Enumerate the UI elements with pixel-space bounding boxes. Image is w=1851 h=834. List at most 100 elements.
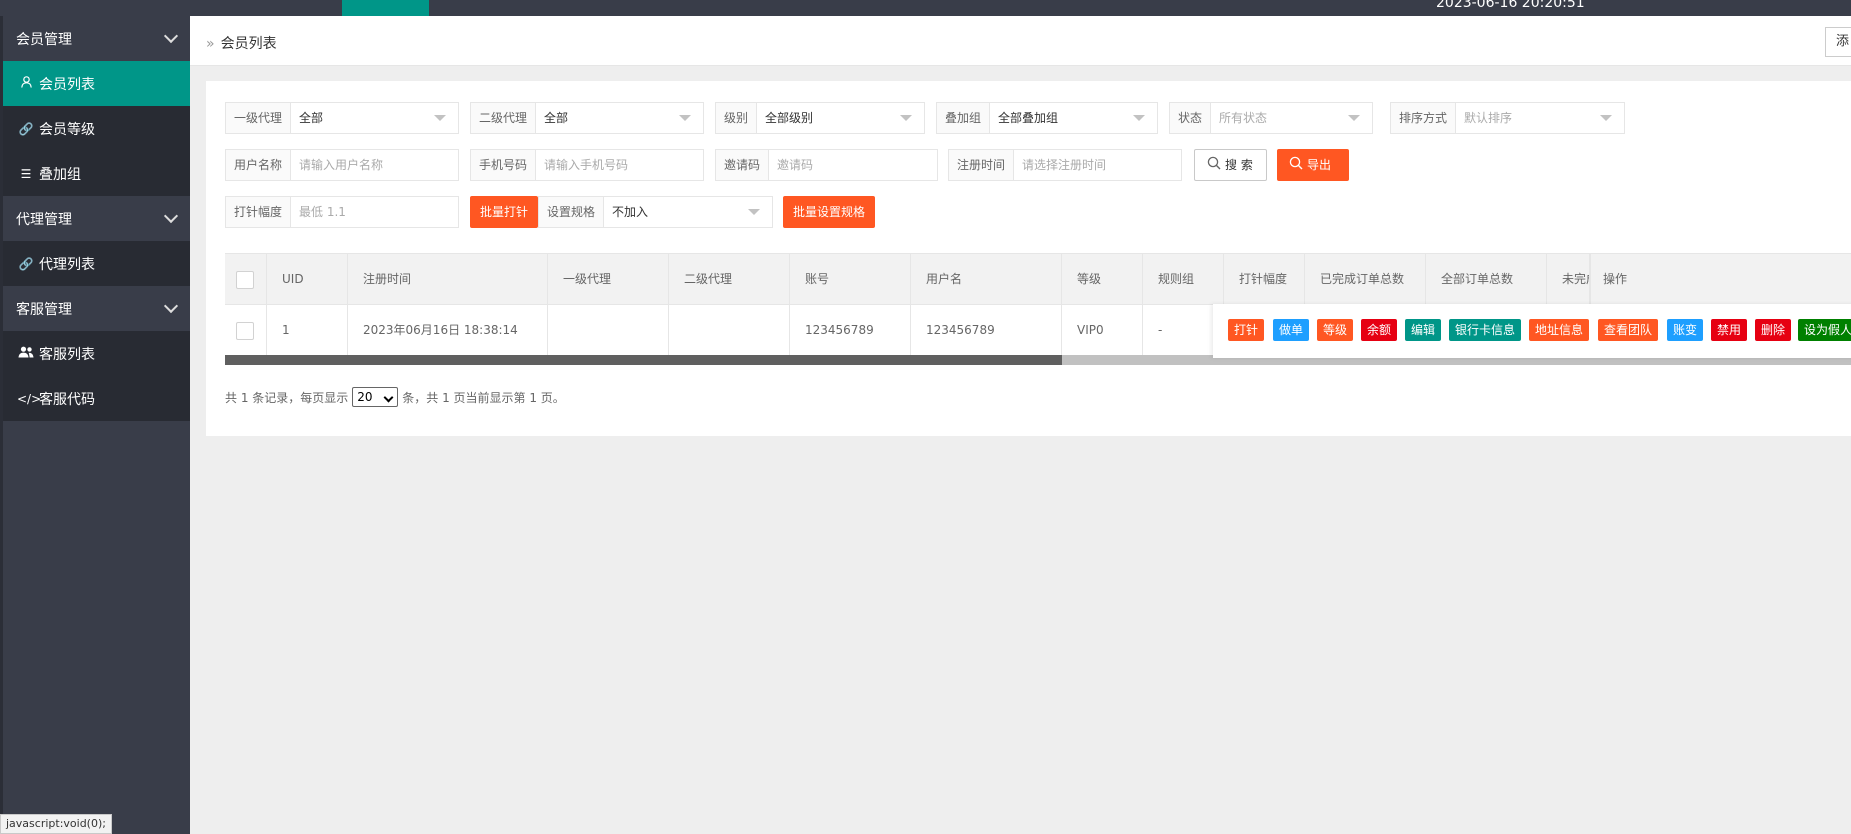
- pin-range-label: 打针幅度: [226, 197, 292, 227]
- users-icon: [17, 346, 35, 361]
- level-select[interactable]: 级别 全部级别: [715, 102, 925, 134]
- action-bank-card-button[interactable]: 银行卡信息: [1449, 319, 1522, 341]
- agent2-label: 二级代理: [471, 103, 537, 133]
- col-pin-range[interactable]: 打针幅度: [1224, 254, 1305, 304]
- stack-group-select[interactable]: 叠加组 全部叠加组: [936, 102, 1158, 134]
- status-label: 状态: [1170, 103, 1212, 133]
- agent1-value: 全部: [299, 111, 324, 125]
- action-delete-button[interactable]: 删除: [1755, 319, 1792, 341]
- sidebar-item-label: 客服代码: [39, 391, 95, 408]
- cell-agent2: [669, 305, 790, 356]
- action-team-button[interactable]: 查看团队: [1598, 319, 1659, 341]
- scrollbar-thumb[interactable]: [225, 355, 1062, 365]
- user-icon: [17, 76, 35, 91]
- col-level[interactable]: 等级: [1062, 254, 1143, 304]
- rule-select[interactable]: 设置规格 不加入: [538, 196, 773, 228]
- pin-range-field[interactable]: 打针幅度 最低 1.1: [225, 196, 459, 228]
- col-uid[interactable]: UID: [267, 254, 348, 304]
- col-completed-orders[interactable]: 已完成订单总数: [1305, 254, 1426, 304]
- sort-label: 排序方式: [1391, 103, 1457, 133]
- pin-range-placeholder: 最低 1.1: [299, 205, 346, 219]
- sidebar-item-stack-group[interactable]: ☰ 叠加组: [3, 151, 190, 196]
- regtime-field[interactable]: 注册时间 请选择注册时间: [948, 149, 1182, 181]
- col-incomplete[interactable]: 未完成: [1547, 254, 1590, 304]
- top-nav-active-tab[interactable]: [342, 0, 429, 16]
- batch-rule-button[interactable]: 批量设置规格: [783, 196, 875, 228]
- agent1-label: 一级代理: [226, 103, 292, 133]
- regtime-placeholder: 请选择注册时间: [1022, 158, 1107, 172]
- sidebar: 会员管理 会员列表 🔗 会员等级 ☰ 叠加组 代理管理 🔗 代理列表 客服管理 …: [0, 16, 190, 834]
- cell-username: 123456789: [911, 305, 1062, 356]
- col-agent1[interactable]: 一级代理: [548, 254, 669, 304]
- col-account[interactable]: 账号: [790, 254, 911, 304]
- action-set-dummy-button[interactable]: 设为假人: [1798, 319, 1851, 341]
- caret-down-icon: [1348, 115, 1360, 121]
- add-button[interactable]: 添: [1825, 27, 1851, 57]
- action-order-button[interactable]: 做单: [1273, 319, 1310, 341]
- cell-regtime: 2023年06月16日 18:38:14: [348, 305, 548, 356]
- batch-pin-button[interactable]: 批量打针: [470, 196, 538, 228]
- action-address-button[interactable]: 地址信息: [1529, 319, 1590, 341]
- caret-down-icon: [434, 115, 446, 121]
- pagination: 共 1 条记录，每页显示 20 条，共 1 页当前显示第 1 页。: [225, 387, 565, 407]
- chevron-down-icon: [163, 28, 179, 44]
- col-rule-group[interactable]: 规则组: [1143, 254, 1224, 304]
- action-balance-log-button[interactable]: 账变: [1667, 319, 1704, 341]
- stack-group-value: 全部叠加组: [998, 111, 1059, 125]
- agent1-select[interactable]: 一级代理 全部: [225, 102, 459, 134]
- link-icon: 🔗: [18, 256, 34, 271]
- export-button[interactable]: 导出: [1277, 149, 1349, 181]
- page-size-select[interactable]: 20: [352, 387, 399, 407]
- username-field[interactable]: 用户名称 请输入用户名称: [225, 149, 459, 181]
- sidebar-item-label: 叠加组: [39, 166, 81, 183]
- sidebar-group-member[interactable]: 会员管理: [3, 16, 190, 61]
- select-all-checkbox[interactable]: [236, 271, 254, 289]
- sidebar-item-service-code[interactable]: </> 客服代码: [3, 376, 190, 421]
- stack-group-label: 叠加组: [937, 103, 991, 133]
- top-navbar: 2023-06-16 20:20:51: [0, 0, 1851, 16]
- sidebar-group-service[interactable]: 客服管理: [3, 286, 190, 331]
- row-checkbox[interactable]: [236, 322, 254, 340]
- code-icon: </>: [17, 391, 42, 406]
- level-value: 全部级别: [765, 111, 814, 125]
- sidebar-group-label: 代理管理: [16, 211, 72, 228]
- invite-code-field[interactable]: 邀请码 邀请码: [715, 149, 938, 181]
- list-icon: ☰: [20, 166, 32, 181]
- sidebar-item-service-list[interactable]: 客服列表: [3, 331, 190, 376]
- action-edit-button[interactable]: 编辑: [1405, 319, 1442, 341]
- sidebar-item-agent-list[interactable]: 🔗 代理列表: [3, 241, 190, 286]
- caret-down-icon: [748, 209, 760, 215]
- search-button[interactable]: 搜 索: [1194, 149, 1267, 181]
- col-agent2[interactable]: 二级代理: [669, 254, 790, 304]
- col-total-orders[interactable]: 全部订单总数: [1426, 254, 1547, 304]
- action-disable-button[interactable]: 禁用: [1711, 319, 1748, 341]
- agent2-select[interactable]: 二级代理 全部: [470, 102, 704, 134]
- sort-select[interactable]: 排序方式 默认排序: [1390, 102, 1625, 134]
- sidebar-item-member-list[interactable]: 会员列表: [3, 61, 190, 106]
- invite-code-label: 邀请码: [716, 150, 770, 180]
- breadcrumb-current: » 会员列表: [206, 36, 277, 52]
- sidebar-group-label: 客服管理: [16, 301, 72, 318]
- action-pin-button[interactable]: 打针: [1228, 319, 1265, 341]
- action-level-button[interactable]: 等级: [1317, 319, 1354, 341]
- sidebar-group-label: 会员管理: [16, 31, 72, 48]
- double-chevron-right-icon: »: [206, 36, 215, 52]
- browser-status-bar: javascript:void(0);: [0, 814, 112, 834]
- sidebar-item-member-level[interactable]: 🔗 会员等级: [3, 106, 190, 151]
- phone-field[interactable]: 手机号码 请输入手机号码: [470, 149, 704, 181]
- col-username[interactable]: 用户名: [911, 254, 1062, 304]
- col-actions: 操作: [1590, 254, 1851, 304]
- sort-placeholder: 默认排序: [1464, 111, 1513, 125]
- cell-uid: 1: [267, 305, 348, 356]
- link-icon: 🔗: [18, 121, 34, 136]
- breadcrumb: » 会员列表 添: [190, 16, 1851, 66]
- sidebar-group-agent[interactable]: 代理管理: [3, 196, 190, 241]
- col-regtime[interactable]: 注册时间: [348, 254, 548, 304]
- username-placeholder: 请输入用户名称: [299, 158, 384, 172]
- action-balance-button[interactable]: 余额: [1361, 319, 1398, 341]
- status-select[interactable]: 状态 所有状态: [1169, 102, 1373, 134]
- search-icon: [1289, 150, 1303, 182]
- cell-level: VIP0: [1062, 305, 1143, 356]
- chevron-down-icon: [163, 298, 179, 314]
- cell-account: 123456789: [790, 305, 911, 356]
